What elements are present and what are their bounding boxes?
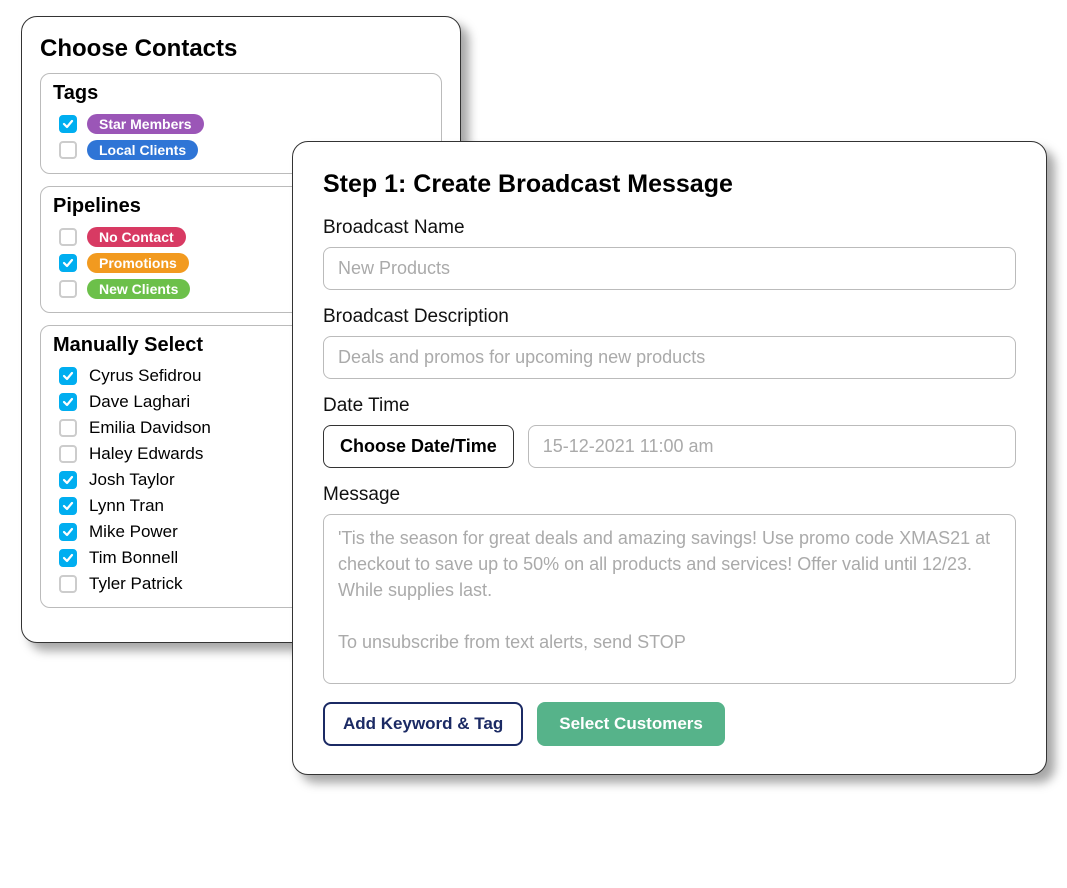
manual-name: Emilia Davidson xyxy=(89,418,211,438)
broadcast-desc-label: Broadcast Description xyxy=(323,306,1016,328)
broadcast-name-input[interactable]: New Products xyxy=(323,247,1016,290)
manual-checkbox[interactable] xyxy=(59,419,77,437)
choose-datetime-button[interactable]: Choose Date/Time xyxy=(323,425,514,468)
pipeline-checkbox[interactable] xyxy=(59,254,77,272)
pipeline-checkbox[interactable] xyxy=(59,228,77,246)
manual-name: Dave Laghari xyxy=(89,392,190,412)
datetime-display[interactable]: 15-12-2021 11:00 am xyxy=(528,425,1016,468)
manual-name: Lynn Tran xyxy=(89,496,164,516)
manual-name: Tim Bonnell xyxy=(89,548,178,568)
manual-checkbox[interactable] xyxy=(59,523,77,541)
manual-checkbox[interactable] xyxy=(59,549,77,567)
manual-checkbox[interactable] xyxy=(59,445,77,463)
message-textarea[interactable]: 'Tis the season for great deals and amaz… xyxy=(323,514,1016,684)
tag-pill: Local Clients xyxy=(87,140,198,160)
pipeline-pill: New Clients xyxy=(87,279,190,299)
manual-name: Haley Edwards xyxy=(89,444,203,464)
manual-checkbox[interactable] xyxy=(59,575,77,593)
add-keyword-tag-button[interactable]: Add Keyword & Tag xyxy=(323,702,523,746)
select-customers-button[interactable]: Select Customers xyxy=(537,702,725,746)
broadcast-name-label: Broadcast Name xyxy=(323,217,1016,239)
tags-title: Tags xyxy=(53,82,429,105)
tag-checkbox[interactable] xyxy=(59,141,77,159)
choose-contacts-title: Choose Contacts xyxy=(40,35,442,63)
manual-checkbox[interactable] xyxy=(59,497,77,515)
broadcast-desc-input[interactable]: Deals and promos for upcoming new produc… xyxy=(323,336,1016,379)
create-broadcast-card: Step 1: Create Broadcast Message Broadca… xyxy=(292,141,1047,775)
tag-checkbox[interactable] xyxy=(59,115,77,133)
manual-name: Mike Power xyxy=(89,522,178,542)
datetime-label: Date Time xyxy=(323,395,1016,417)
manual-checkbox[interactable] xyxy=(59,393,77,411)
manual-checkbox[interactable] xyxy=(59,471,77,489)
pipeline-pill: No Contact xyxy=(87,227,186,247)
pipeline-pill: Promotions xyxy=(87,253,189,273)
manual-name: Josh Taylor xyxy=(89,470,175,490)
tag-row: Star Members xyxy=(53,111,429,137)
manual-name: Cyrus Sefidrou xyxy=(89,366,201,386)
manual-name: Tyler Patrick xyxy=(89,574,183,594)
tag-pill: Star Members xyxy=(87,114,204,134)
broadcast-step-title: Step 1: Create Broadcast Message xyxy=(323,170,1016,199)
pipeline-checkbox[interactable] xyxy=(59,280,77,298)
manual-checkbox[interactable] xyxy=(59,367,77,385)
message-label: Message xyxy=(323,484,1016,506)
